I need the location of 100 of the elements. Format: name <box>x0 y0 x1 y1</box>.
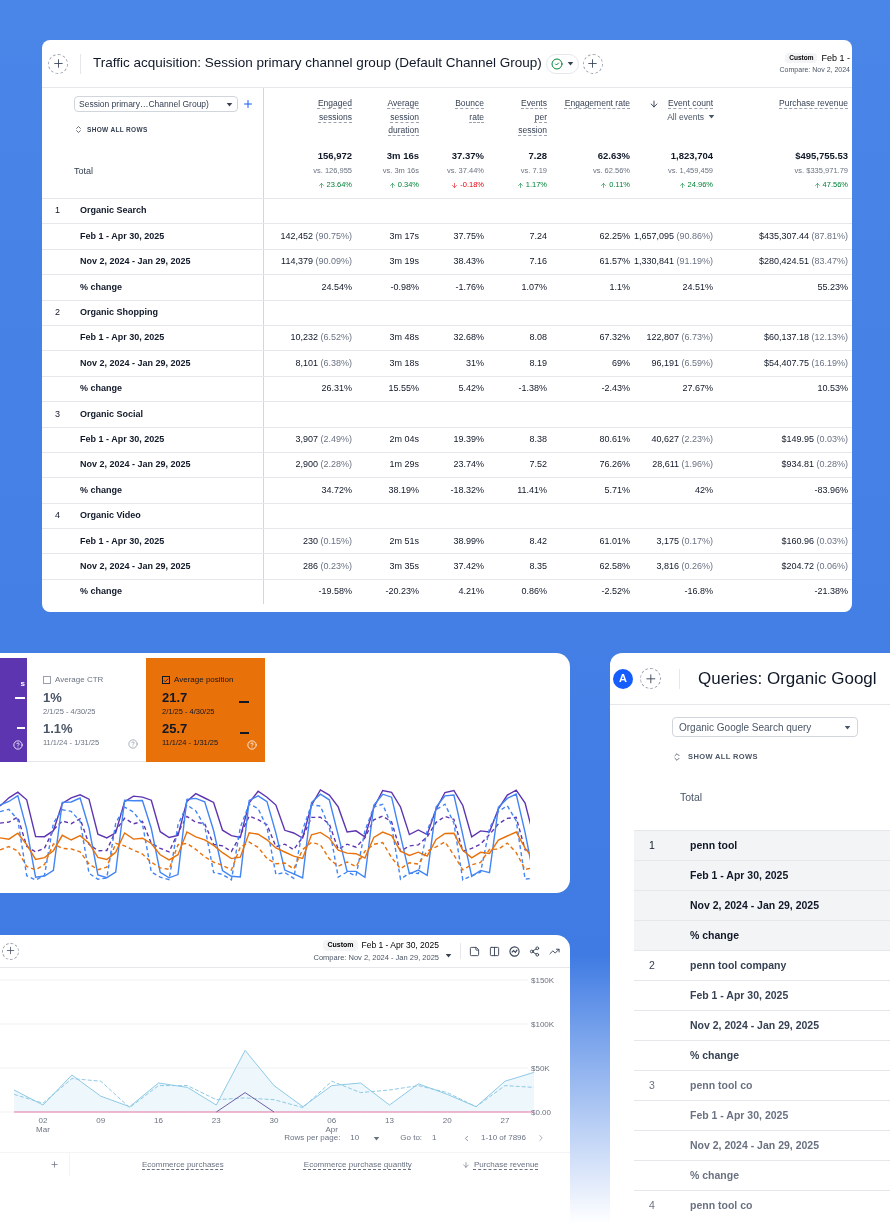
table-cell: 2,900 (2.28%) <box>295 458 352 472</box>
avatar[interactable]: A <box>613 668 633 689</box>
total-value: 62.63% <box>597 149 630 163</box>
date-range[interactable]: Feb 1 - Apr 30, 2025 <box>361 939 439 952</box>
column-header[interactable]: Engagement rate <box>564 97 630 111</box>
table-cell-text: 11.41% <box>517 483 547 497</box>
column-header[interactable]: Purchase revenue <box>779 97 848 111</box>
dimension-dropdown[interactable]: Session primary…Channel Group) <box>74 96 238 112</box>
table-cell-text: -83.96% <box>814 483 848 497</box>
checkbox[interactable] <box>43 676 51 684</box>
note-icon[interactable] <box>469 945 480 957</box>
metric-card[interactable]: s <box>0 658 27 762</box>
table-cell: 3m 19s <box>389 255 419 269</box>
period-label: Nov 2, 2024 - Jan 29, 2025 <box>690 1017 819 1033</box>
caret-icon <box>708 113 715 121</box>
period-label: % change <box>690 1047 739 1063</box>
date-range[interactable]: Feb 1 - <box>821 51 850 65</box>
axis-label: $0.00 <box>531 1108 552 1117</box>
share-icon[interactable] <box>529 945 540 957</box>
table-cell: 1m 29s <box>389 458 419 472</box>
events-dropdown[interactable]: All events <box>667 110 715 124</box>
table-cell: 3,175 (0.17%) <box>656 534 713 548</box>
add-icon[interactable] <box>242 98 254 110</box>
column-header[interactable]: Events per session <box>515 97 547 138</box>
expand-icon <box>672 752 682 762</box>
rows-per-page-label: Rows per page: <box>284 1133 341 1144</box>
table-cell: $160.96 (0.03%) <box>781 534 848 548</box>
table-cell: 3m 48s <box>389 331 419 345</box>
axis-label: 16 <box>154 1116 163 1125</box>
table-cell: $934.81 (0.28%) <box>781 458 848 472</box>
dimension-dropdown[interactable]: Organic Google Search query <box>672 717 858 737</box>
row-index: 4 <box>648 1197 656 1213</box>
sort-arrow-icon[interactable] <box>649 99 660 109</box>
column-header[interactable]: Bounce rate <box>452 97 484 124</box>
table-cell-text: $149.95 (0.03%) <box>781 432 848 446</box>
table-cell-text: 80.61% <box>599 432 630 446</box>
table-cell-text: 286 (0.23%) <box>302 559 352 573</box>
period-label: Feb 1 - Apr 30, 2025 <box>80 534 165 548</box>
query-name: penn tool company <box>690 957 787 973</box>
column-header[interactable]: Purchase revenue <box>473 1158 539 1171</box>
column-header[interactable]: Engaged sessions <box>304 97 352 124</box>
period-label: % change <box>690 927 739 943</box>
table-cell-text: 8.38 <box>529 432 547 446</box>
table-cell-text: 62.25% <box>599 229 630 243</box>
table-cell: -20.23% <box>385 585 419 599</box>
table-cell-text: 8.35 <box>529 559 547 573</box>
period-label: Feb 1 - Apr 30, 2025 <box>690 867 789 883</box>
caret-icon <box>566 60 574 67</box>
table-cell: 8.08 <box>529 331 547 345</box>
period-label: % change <box>80 382 122 396</box>
channel-name: Organic Shopping <box>80 306 158 319</box>
table-cell-text: 8.19 <box>529 356 547 370</box>
table-cell-text: 1.07% <box>521 280 547 294</box>
rows-per-page-dropdown[interactable]: 10 <box>350 1132 381 1144</box>
table-cell-text: 40,627 (2.23%) <box>651 432 713 446</box>
table-cell: 76.26% <box>599 458 630 472</box>
total-value: 3m 16s <box>386 149 419 163</box>
total-label: Total <box>74 164 94 178</box>
table-cell-text: 37.42% <box>453 559 484 573</box>
column-header[interactable]: Ecommerce purchases <box>142 1158 224 1171</box>
period-label: Nov 2, 2024 - Jan 29, 2025 <box>690 897 819 913</box>
add-icon[interactable] <box>50 1160 59 1169</box>
table-cell-text: 1,657,095 (90.86%) <box>633 229 713 243</box>
column-header[interactable]: Event count <box>668 97 713 111</box>
total-value: 1,823,704 <box>670 149 713 163</box>
table-cell: -19.58% <box>318 585 352 599</box>
compare-columns-icon[interactable] <box>489 945 500 957</box>
table-cell-text: 3,816 (0.26%) <box>656 559 713 573</box>
row-index: 1 <box>648 837 656 853</box>
table-cell: 1,330,841 (91.19%) <box>633 255 713 269</box>
query-row[interactable]: 1 penn tool <box>634 830 890 860</box>
axis-label: $150K <box>531 976 555 985</box>
page-input[interactable]: 1 <box>432 1132 453 1144</box>
period-label: Nov 2, 2024 - Jan 29, 2025 <box>80 356 191 370</box>
table-cell: -2.52% <box>601 585 630 599</box>
row-index: 2 <box>54 306 61 319</box>
period-label: % change <box>690 1167 739 1183</box>
go-to-label: Go to: <box>400 1132 423 1144</box>
table-cell-text: 3,907 (2.49%) <box>295 432 352 446</box>
table-cell: 28,611 (1.96%) <box>652 458 713 472</box>
table-cell: 8.42 <box>529 534 547 548</box>
table-cell: 4.21% <box>458 585 484 599</box>
row-index: 2 <box>648 957 656 973</box>
table-cell: 23.74% <box>453 458 484 472</box>
period-label: Feb 1 - Apr 30, 2025 <box>690 987 789 1003</box>
dashed-line-icon <box>17 727 25 729</box>
table-cell: 61.57% <box>599 255 630 269</box>
table-cell: 32.68% <box>453 331 484 345</box>
report-title: Queries: Organic Googl <box>698 667 877 690</box>
table-cell-text: 3m 35s <box>389 559 419 573</box>
table-cell-text: 1.1% <box>609 280 630 294</box>
metric-label: s <box>20 678 25 690</box>
row-index: 1 <box>54 204 61 218</box>
checkbox[interactable] <box>162 676 170 684</box>
column-header[interactable]: Ecommerce purchase quantity <box>303 1158 412 1171</box>
axis-label: 02 <box>38 1116 48 1125</box>
insights-icon[interactable] <box>509 945 520 957</box>
column-header[interactable]: Average session duration <box>379 97 419 138</box>
table-cell: 122,807 (6.73%) <box>646 331 713 345</box>
check-icon <box>550 57 563 70</box>
